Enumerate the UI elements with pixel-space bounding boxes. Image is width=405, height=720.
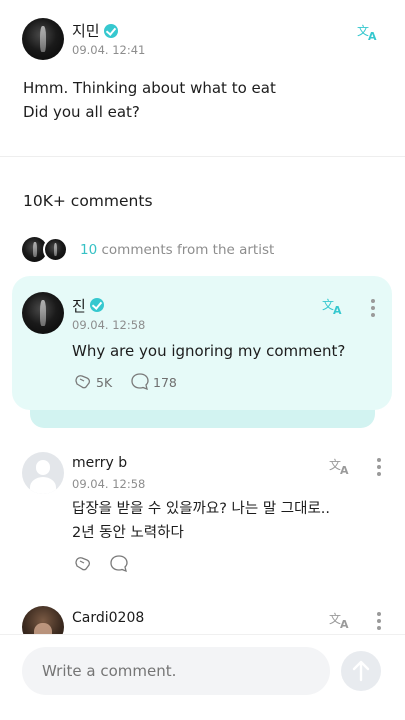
comment-author-name[interactable]: 진 [72,295,86,316]
post-line: Hmm. Thinking about what to eat [23,79,276,97]
like-icon[interactable] [73,372,93,390]
more-icon[interactable] [376,612,382,630]
comment-author-name[interactable]: merry b [72,455,127,471]
artist-comments-number: 10 [80,242,98,258]
artist-comments-text: comments from the artist [101,242,275,258]
verified-icon [104,24,118,38]
post-body: Hmm. Thinking about what to eat Did you … [23,76,276,124]
comment-author-avatar[interactable] [22,292,64,334]
post-author-avatar[interactable] [22,18,64,60]
like-count: 5K [96,375,113,390]
comment-timestamp: 09.04. 12:58 [72,477,146,491]
more-icon[interactable] [376,458,382,476]
reply-icon[interactable] [109,554,129,572]
comment-line: 답장을 받을 수 있을까요? 나는 말 그대로.. [72,501,331,517]
translate-icon[interactable]: 文 A [357,23,381,41]
translate-icon[interactable]: 文 A [329,457,353,475]
comment-timestamp: 09.04. 12:58 [72,318,146,332]
comment-input[interactable] [22,647,330,695]
svg-text:A: A [368,30,377,41]
post-author-name[interactable]: 지민 [72,20,100,41]
reply-icon[interactable] [130,372,150,390]
translate-icon[interactable]: 文 A [322,297,346,315]
post-line: Did you all eat? [23,103,140,121]
post-timestamp: 09.04. 12:41 [72,43,146,57]
like-icon[interactable] [73,554,93,572]
svg-text:A: A [340,464,349,475]
comment-author-avatar[interactable] [22,452,64,494]
translate-icon[interactable]: 文 A [329,611,353,629]
comment-author-name[interactable]: Cardi0208 [72,610,144,626]
divider [0,156,405,157]
svg-text:A: A [340,618,349,629]
comment-line: 2년 동안 노력하다 [72,525,184,541]
comment-body: Why are you ignoring my comment? [72,342,346,360]
comment-body: 답장을 받을 수 있을까요? 나는 말 그대로.. 2년 동안 노력하다 [72,497,330,545]
svg-text:A: A [333,304,342,315]
send-button[interactable] [341,651,381,691]
send-icon [352,660,370,682]
more-icon[interactable] [370,299,376,317]
comments-count: 10K+ comments [23,192,153,210]
verified-icon [90,298,104,312]
reply-count: 178 [153,375,177,390]
artist-avatar [43,237,68,262]
artist-comments-label: 10 comments from the artist [80,242,274,258]
